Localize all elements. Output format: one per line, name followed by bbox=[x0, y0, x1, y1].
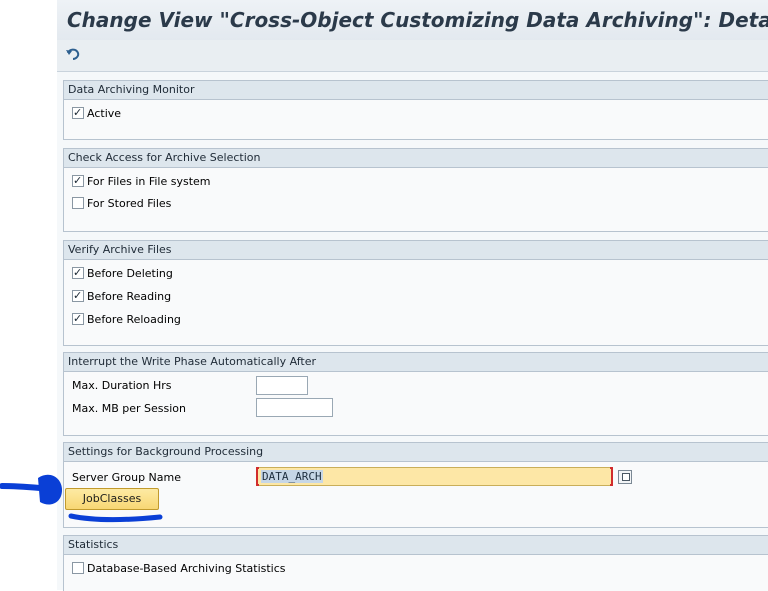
pointing-arrow-annotation bbox=[0, 474, 62, 505]
annotation-overlay bbox=[0, 474, 163, 523]
underline-annotation bbox=[68, 513, 163, 523]
